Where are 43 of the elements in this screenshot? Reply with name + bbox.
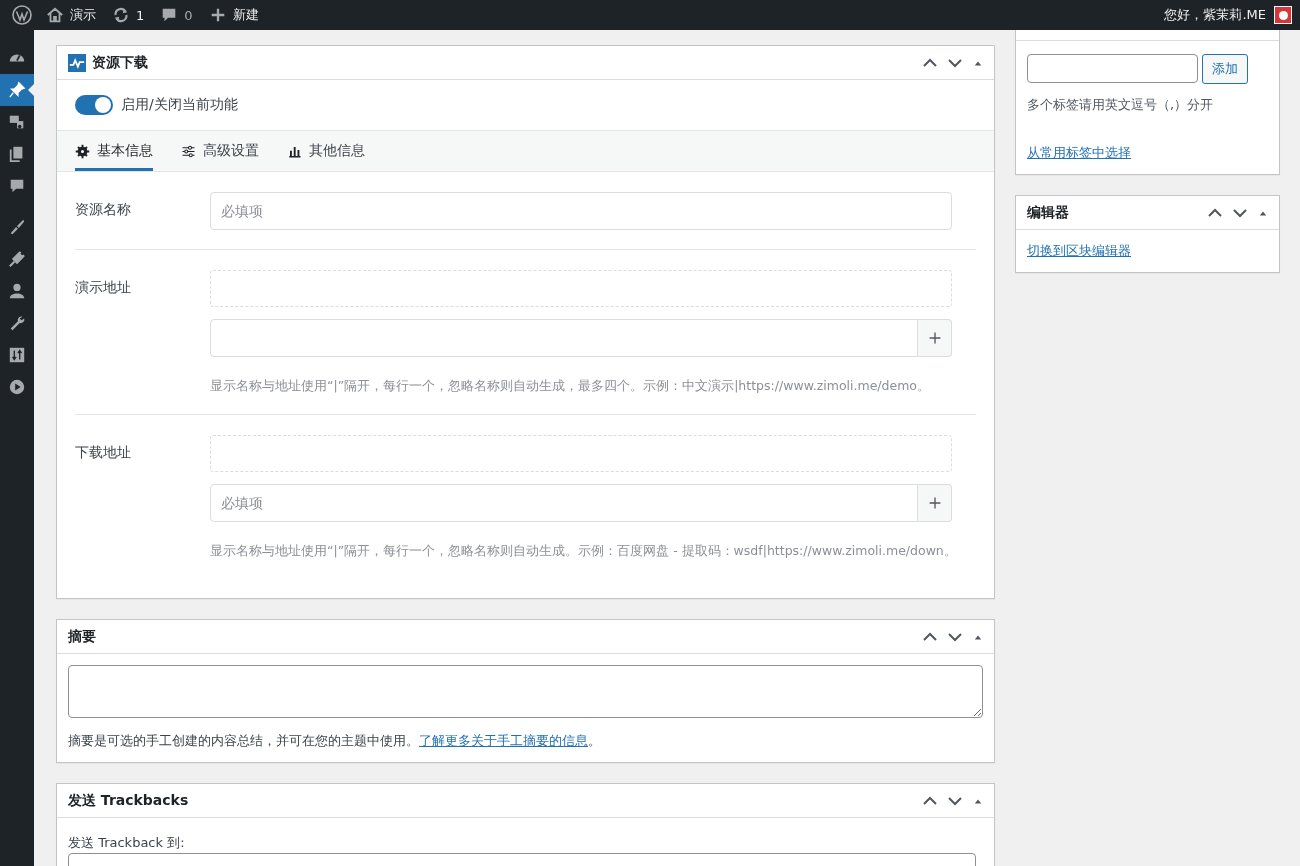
pulse-logo-icon: [68, 53, 86, 72]
learn-more-link[interactable]: 了解更多关于手工摘要的信息: [419, 733, 588, 748]
pin-icon: [8, 81, 26, 99]
gear-icon: [75, 143, 90, 159]
wrench-icon: [8, 314, 26, 332]
add-button[interactable]: [918, 319, 952, 357]
field-label: 发送 Trackback 到:: [68, 834, 186, 852]
play-icon: [8, 378, 26, 396]
brush-icon: [8, 218, 26, 236]
panel-title: 编辑器: [1027, 203, 1069, 222]
add-button[interactable]: 添加: [1202, 54, 1248, 84]
media-icon: [8, 113, 26, 131]
add-button[interactable]: [918, 484, 952, 522]
excerpt-field[interactable]: [68, 665, 983, 718]
refresh-icon: [112, 6, 130, 24]
panel-title: 摘要: [68, 627, 96, 646]
menu-item[interactable]: [0, 74, 34, 106]
toggle-label: 启用/关闭当前功能: [121, 96, 238, 114]
help-text: 摘要是可选的手工创建的内容总结，并可在您的主题中使用。了解更多关于手工摘要的信息。: [68, 732, 602, 750]
toolbar-item[interactable]: 1: [104, 0, 153, 30]
hint-text: 显示名称与地址使用“|”隔开，每行一个，忽略名称则自动生成。示例：百度网盘 - 提取码：wsdf|https://www.zimoli.me/down。: [210, 543, 952, 560]
user-icon: [8, 282, 26, 300]
avatar-icon[interactable]: [1274, 6, 1292, 24]
user-greeting[interactable]: 您好，紫茉莉.ME: [1164, 6, 1266, 24]
tab[interactable]: 基本信息: [75, 131, 153, 171]
hint-text: 多个标签请用英文逗号（,）分开: [1027, 96, 1215, 114]
plug-icon: [8, 250, 26, 268]
switch-editor-link[interactable]: 切换到区块编辑器: [1027, 243, 1131, 258]
field-label: 演示地址: [75, 278, 132, 297]
toolbar-item[interactable]: 新建: [200, 0, 267, 30]
panel-title: 资源下载: [92, 53, 148, 72]
toolbar-item[interactable]: 演示: [38, 0, 104, 30]
tab[interactable]: 其他信息: [287, 131, 365, 171]
toolbar-item[interactable]: 0: [152, 0, 201, 30]
home-icon: [46, 6, 64, 24]
panel-title: 发送 Trackbacks: [68, 791, 189, 810]
tab[interactable]: 高级设置: [181, 131, 259, 171]
field-label: 下载地址: [75, 443, 132, 462]
field-label: 资源名称: [75, 200, 132, 219]
choose-tags-link[interactable]: 从常用标签中选择: [1027, 145, 1131, 160]
toggle-switch[interactable]: [75, 95, 113, 115]
hint-text: 显示名称与地址使用“|”隔开，每行一个，忽略名称则自动生成，最多四个。示例：中文演示|https://www.zimoli.me/demo。: [210, 378, 931, 395]
tag-input-field[interactable]: [1027, 54, 1198, 83]
